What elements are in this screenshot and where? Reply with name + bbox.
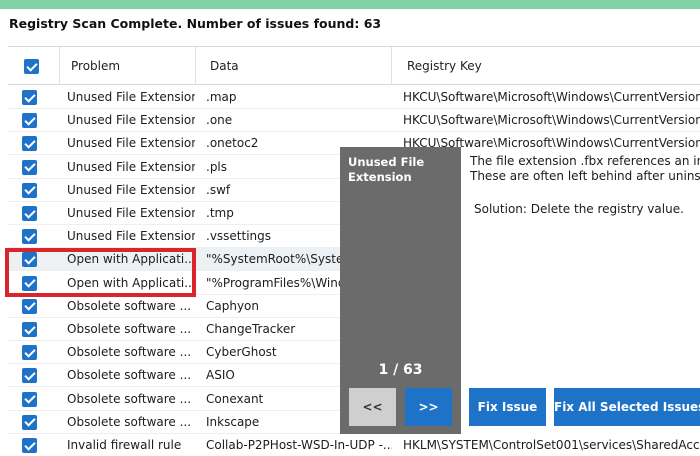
row-data-cell: Collab-P2PHost-WSD-In-UDP -...	[206, 438, 392, 452]
table-row[interactable]: Invalid firewall rule Collab-P2PHost-WSD-…	[8, 434, 700, 456]
column-header-problem[interactable]: Problem	[60, 47, 196, 85]
row-checkbox[interactable]	[22, 90, 37, 105]
column-header-data[interactable]: Data	[196, 47, 392, 85]
issue-detail-popup: Unused File Extension 1 / 63 << >> The f…	[340, 147, 700, 434]
row-problem-cell: Obsolete software ...	[67, 368, 192, 383]
row-checkbox[interactable]	[22, 414, 37, 430]
scan-status-text: Registry Scan Complete. Number of issues…	[9, 16, 382, 31]
row-problem-cell: Unused File Extension	[67, 229, 195, 244]
row-problem-cell: Obsolete software ...	[67, 345, 192, 360]
popup-solution: Solution: Delete the registry value.	[474, 202, 684, 216]
table-row[interactable]: Unused File Extension .one HKCU\Software\M…	[8, 109, 700, 133]
next-issue-button[interactable]: >>	[405, 388, 452, 426]
row-data-cell: .map	[206, 90, 237, 104]
row-checkbox[interactable]	[22, 438, 37, 453]
table-row[interactable]: Unused File Extension .map HKCU\Software\M…	[8, 86, 700, 109]
row-checkbox[interactable]	[22, 159, 37, 175]
row-problem-cell: Invalid firewall rule	[67, 438, 182, 452]
row-problem-cell: Unused File Extension	[67, 136, 195, 151]
row-checkbox[interactable]	[22, 391, 37, 407]
column-header-registry-key[interactable]: Registry Key	[392, 47, 700, 85]
row-problem-cell: Obsolete software ...	[67, 414, 192, 429]
row-checkbox[interactable]	[22, 136, 37, 152]
fix-all-selected-button[interactable]: Fix All Selected Issues	[554, 388, 700, 426]
row-data-cell: .one	[206, 113, 233, 128]
popup-page-counter: 1 / 63	[378, 362, 423, 378]
row-problem-cell: Unused File Extension	[67, 182, 195, 197]
row-checkbox[interactable]	[22, 206, 37, 221]
row-problem-cell: Unused File Extension	[67, 90, 195, 104]
popup-issue-title: Unused File Extension	[348, 155, 425, 184]
row-checkbox[interactable]	[22, 182, 37, 198]
popup-description: The file extension .fbx references an in…	[470, 154, 700, 184]
previous-issue-button[interactable]: <<	[349, 388, 396, 426]
row-checkbox[interactable]	[22, 345, 37, 361]
red-highlight-box	[5, 248, 196, 297]
row-problem-cell: Obsolete software ...	[67, 391, 192, 406]
fix-issue-button[interactable]: Fix Issue	[469, 388, 546, 426]
popup-description-line: These are often left behind after uninst…	[470, 169, 700, 183]
top-progress-strip	[0, 0, 700, 9]
row-checkbox[interactable]	[22, 322, 37, 337]
row-registry-key-cell: HKLM\SYSTEM\ControlSet001\services\Share…	[403, 438, 700, 452]
row-problem-cell: Obsolete software ...	[67, 298, 192, 313]
row-checkbox[interactable]	[22, 368, 37, 384]
row-registry-key-cell: HKCU\Software\Microsoft\Windows\CurrentV…	[403, 113, 700, 128]
table-header: Problem Data Registry Key	[8, 47, 700, 85]
row-checkbox[interactable]	[22, 298, 37, 314]
select-all-cell	[8, 47, 60, 85]
row-checkbox[interactable]	[22, 113, 37, 129]
row-problem-cell: Obsolete software ...	[67, 322, 192, 336]
row-problem-cell: Unused File Extension	[67, 159, 195, 174]
row-problem-cell: Unused File Extension	[67, 113, 195, 128]
row-problem-cell: Unused File Extension	[67, 206, 195, 220]
select-all-checkbox[interactable]	[24, 59, 39, 74]
row-checkbox[interactable]	[22, 229, 37, 245]
popup-sidebar: Unused File Extension 1 / 63 << >>	[340, 147, 461, 434]
row-registry-key-cell: HKCU\Software\Microsoft\Windows\CurrentV…	[403, 90, 700, 104]
popup-description-line: The file extension .fbx references an in…	[470, 154, 700, 168]
